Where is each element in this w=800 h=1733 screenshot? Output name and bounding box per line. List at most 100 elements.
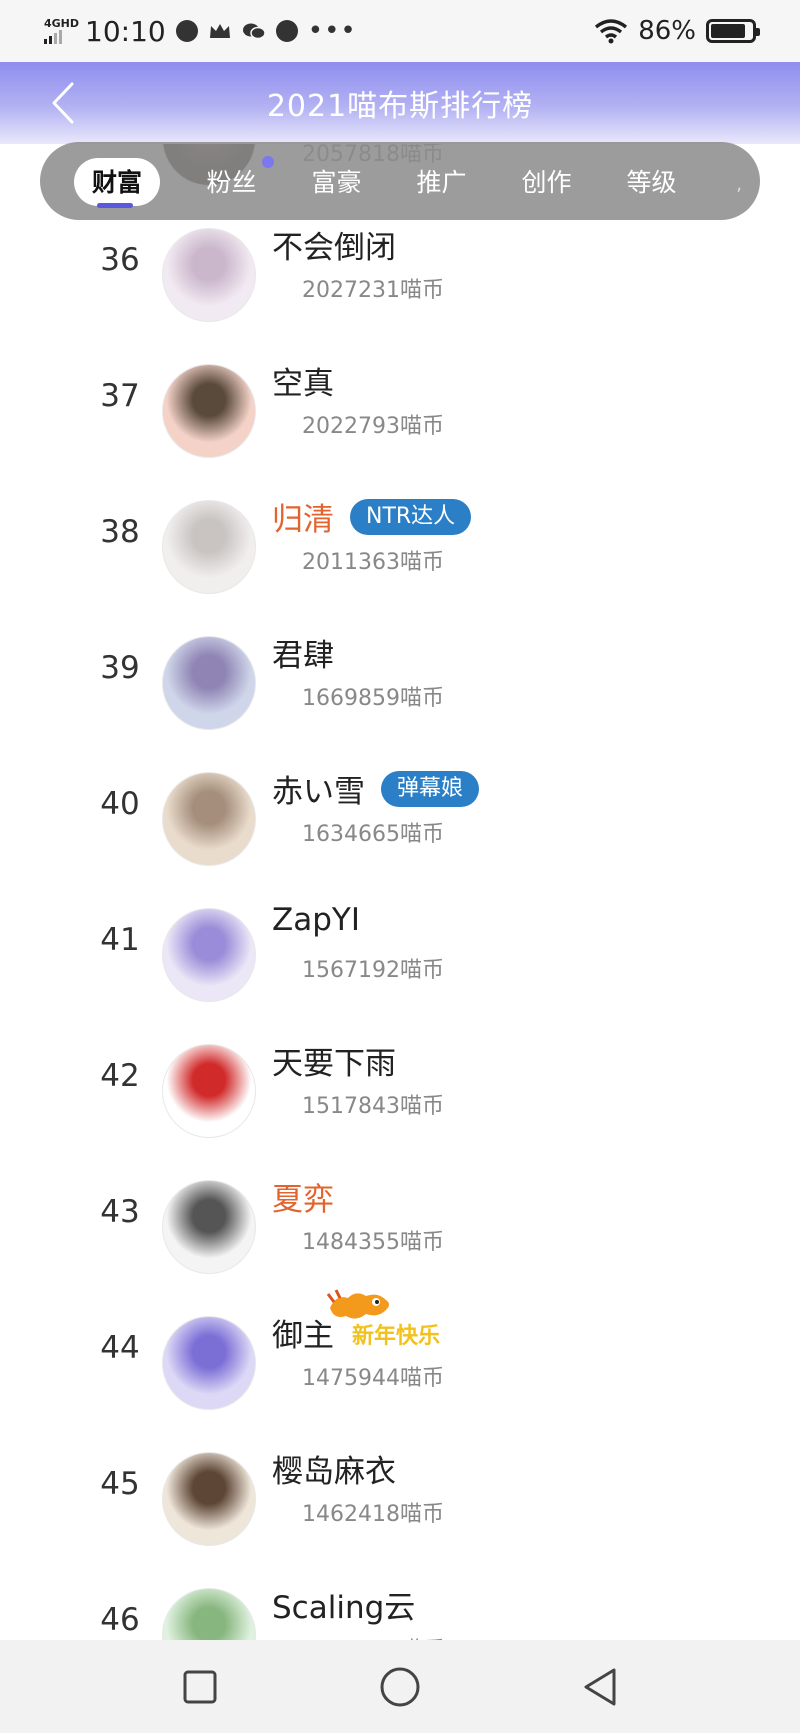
- rank-number: 39: [100, 650, 140, 686]
- rank-row[interactable]: 44 御主 新年快乐 1475944喵币: [0, 1289, 800, 1432]
- recent-apps-button[interactable]: [170, 1657, 230, 1717]
- chevron-left-icon: [52, 82, 74, 124]
- app-notification-icon: [175, 20, 198, 42]
- tab-label: 粉丝: [206, 168, 257, 197]
- speedometer-icon: [275, 20, 298, 42]
- category-tabs: 财富 粉丝 富豪 推广 创作 等级,: [40, 142, 760, 220]
- new-year-badge: 新年快乐: [326, 1288, 448, 1352]
- rank-row[interactable]: 36 不会倒闭 2027231喵币: [0, 208, 800, 344]
- avatar[interactable]: [162, 228, 256, 322]
- network-indicator: 4GHD: [44, 18, 79, 44]
- home-button[interactable]: [370, 1657, 430, 1717]
- avatar[interactable]: [162, 1316, 256, 1410]
- user-name[interactable]: 空真: [272, 358, 334, 403]
- title-badge: 弹幕娘: [381, 770, 480, 807]
- triangle-back-icon: [584, 1668, 616, 1705]
- rank-row[interactable]: 37 空真 2022793喵币: [0, 344, 800, 480]
- rank-number: 36: [100, 242, 140, 278]
- rank-number: 46: [100, 1602, 140, 1638]
- coin-amount: 1475944喵币: [302, 1366, 444, 1391]
- avatar[interactable]: [162, 1452, 256, 1546]
- avatar[interactable]: [162, 908, 256, 1002]
- avatar[interactable]: [162, 636, 256, 730]
- battery-fill: [711, 24, 746, 38]
- rank-row[interactable]: 42 天要下雨 1517843喵币: [0, 1024, 800, 1160]
- tab-overflow-hint: ,: [736, 174, 742, 195]
- user-name[interactable]: 不会倒闭: [272, 222, 396, 267]
- status-bar: 4GHD 10:10 ••• 86%: [0, 0, 800, 62]
- user-name-line: 君肆: [272, 630, 334, 675]
- user-name-line: 归清 NTR达人: [272, 494, 472, 539]
- rank-number: 38: [100, 514, 140, 550]
- user-name-line: ZapYI: [272, 902, 360, 938]
- user-name-line: Scaling云: [272, 1582, 415, 1627]
- tab-5[interactable]: 等级: [599, 142, 704, 220]
- rank-number: 45: [100, 1466, 140, 1502]
- rank-row[interactable]: 39 君肆 1669859喵币: [0, 616, 800, 752]
- tab-0[interactable]: 财富: [74, 142, 160, 220]
- circle-icon: [380, 1667, 420, 1706]
- user-name[interactable]: ZapYI: [272, 902, 360, 938]
- user-name-line: 赤い雪 弹幕娘: [272, 766, 480, 811]
- user-name-line: 不会倒闭: [272, 222, 396, 267]
- user-name[interactable]: 君肆: [272, 630, 334, 675]
- signal-icon: [44, 30, 79, 44]
- tab-3[interactable]: 推广: [389, 142, 494, 220]
- coin-amount: 1669859喵币: [302, 686, 444, 711]
- user-name-line: 御主: [272, 1310, 334, 1355]
- user-name-line: 樱岛麻衣: [272, 1446, 396, 1491]
- rank-row[interactable]: 38 归清 NTR达人 2011363喵币: [0, 480, 800, 616]
- rank-number: 44: [100, 1330, 140, 1366]
- tab-2[interactable]: 富豪: [284, 142, 389, 220]
- rank-number: 41: [100, 922, 140, 958]
- ranking-list[interactable]: 2057818喵币36不会倒闭2027231喵币37空真2022793喵币38归…: [0, 0, 800, 1640]
- tab-label: 等级: [626, 168, 677, 197]
- rank-row[interactable]: 43 夏弈 1484355喵币: [0, 1160, 800, 1296]
- avatar[interactable]: [162, 1588, 256, 1640]
- rank-row[interactable]: 40 赤い雪 弹幕娘 1634665喵币: [0, 752, 800, 888]
- user-name[interactable]: Scaling云: [272, 1582, 415, 1627]
- clock: 10:10: [85, 14, 166, 48]
- avatar[interactable]: [162, 500, 256, 594]
- back-button[interactable]: [40, 76, 86, 130]
- rank-row[interactable]: 46 Scaling云 1456304喵币: [0, 1568, 800, 1640]
- tab-label: 推广: [416, 168, 467, 197]
- wifi-icon: [595, 19, 628, 44]
- crown-icon: [209, 24, 230, 38]
- square-icon: [183, 1670, 217, 1703]
- avatar[interactable]: [162, 1044, 256, 1138]
- wechat-icon: [242, 23, 266, 40]
- coin-amount: 1517843喵币: [302, 1094, 444, 1119]
- avatar[interactable]: [162, 1180, 256, 1274]
- rank-row[interactable]: 45 樱岛麻衣 1462418喵币: [0, 1432, 800, 1568]
- tab-label: 富豪: [311, 168, 362, 197]
- user-name[interactable]: 赤い雪: [272, 766, 365, 811]
- system-back-button[interactable]: [570, 1657, 630, 1717]
- tab-4[interactable]: 创作: [494, 142, 599, 220]
- rank-number: 40: [100, 786, 140, 822]
- coin-amount: 1456304喵币: [302, 1632, 444, 1640]
- coin-amount: 1567192喵币: [302, 958, 444, 983]
- battery-icon: [706, 19, 760, 43]
- avatar[interactable]: [162, 364, 256, 458]
- title-badge: NTR达人: [350, 498, 472, 535]
- network-label: 4GHD: [44, 17, 80, 30]
- tab-label: 财富: [91, 168, 142, 197]
- battery-percent: 86%: [638, 16, 696, 46]
- header: 2021喵布斯排行榜: [0, 62, 800, 144]
- user-name[interactable]: 夏弈: [272, 1174, 334, 1219]
- coin-amount: 2022793喵币: [302, 414, 444, 439]
- rank-number: 37: [100, 378, 140, 414]
- unread-dot: [262, 156, 274, 168]
- user-name[interactable]: 御主: [272, 1310, 334, 1355]
- coin-amount: 2011363喵币: [302, 550, 444, 575]
- avatar[interactable]: [162, 772, 256, 866]
- user-name[interactable]: 天要下雨: [272, 1038, 396, 1083]
- user-name-line: 夏弈: [272, 1174, 334, 1219]
- user-name[interactable]: 樱岛麻衣: [272, 1446, 396, 1491]
- active-tab-underline: [97, 203, 133, 208]
- rank-row[interactable]: 41 ZapYI 1567192喵币: [0, 888, 800, 1024]
- coin-amount: 1634665喵币: [302, 822, 444, 847]
- user-name[interactable]: 归清: [272, 494, 334, 539]
- tab-1[interactable]: 粉丝: [179, 142, 284, 220]
